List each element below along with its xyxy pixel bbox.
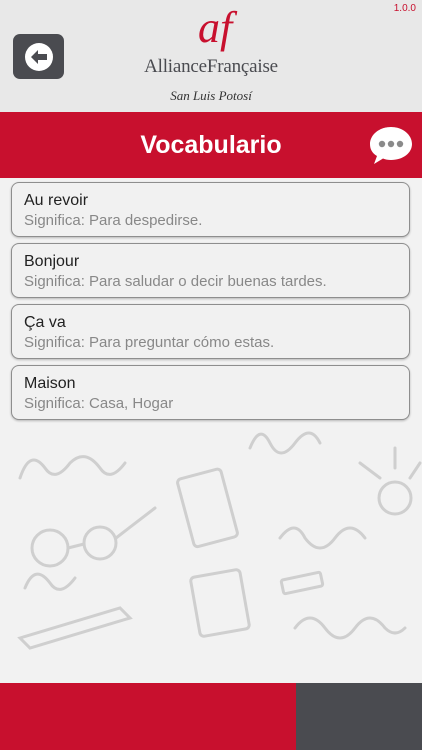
brand-location: San Luis Potosí (170, 88, 252, 103)
footer-gray-panel (296, 683, 422, 750)
footer-red-panel (0, 683, 296, 750)
svg-text:af: af (198, 3, 238, 52)
vocabulary-word: Au revoir (24, 192, 89, 209)
alliance-francaise-logo: af (198, 3, 238, 52)
vocabulary-content: Au revoir Significa: Para despedirse. Bo… (0, 178, 422, 683)
chat-bubble-icon[interactable] (368, 123, 414, 169)
vocabulary-meaning: Significa: Para preguntar cómo estas. (24, 334, 275, 351)
vocabulary-word: Maison (24, 375, 76, 392)
vocabulary-item[interactable]: Ça va Significa: Para preguntar cómo est… (11, 304, 410, 359)
vocabulary-item[interactable]: Maison Significa: Casa, Hogar (11, 365, 410, 420)
vocabulary-word: Ça va (24, 314, 66, 331)
version-label: 1.0.0 (393, 3, 416, 14)
vocabulary-meaning: Significa: Casa, Hogar (24, 395, 174, 412)
vocabulary-meaning: Significa: Para despedirse. (24, 212, 203, 229)
vocabulary-item[interactable]: Bonjour Significa: Para saludar o decir … (11, 243, 410, 298)
vocabulary-item[interactable]: Au revoir Significa: Para despedirse. (11, 182, 410, 237)
app-header: 1.0.0 af AllianceFrançaise San Luis Poto… (0, 0, 422, 112)
vocabulary-list: Au revoir Significa: Para despedirse. Bo… (11, 182, 410, 426)
page-title: Vocabulario (140, 131, 282, 159)
vocabulary-meaning: Significa: Para saludar o decir buenas t… (24, 273, 327, 290)
brand-name: AllianceFrançaise (144, 56, 278, 77)
title-bar: Vocabulario (0, 112, 422, 178)
vocabulary-word: Bonjour (24, 253, 80, 270)
